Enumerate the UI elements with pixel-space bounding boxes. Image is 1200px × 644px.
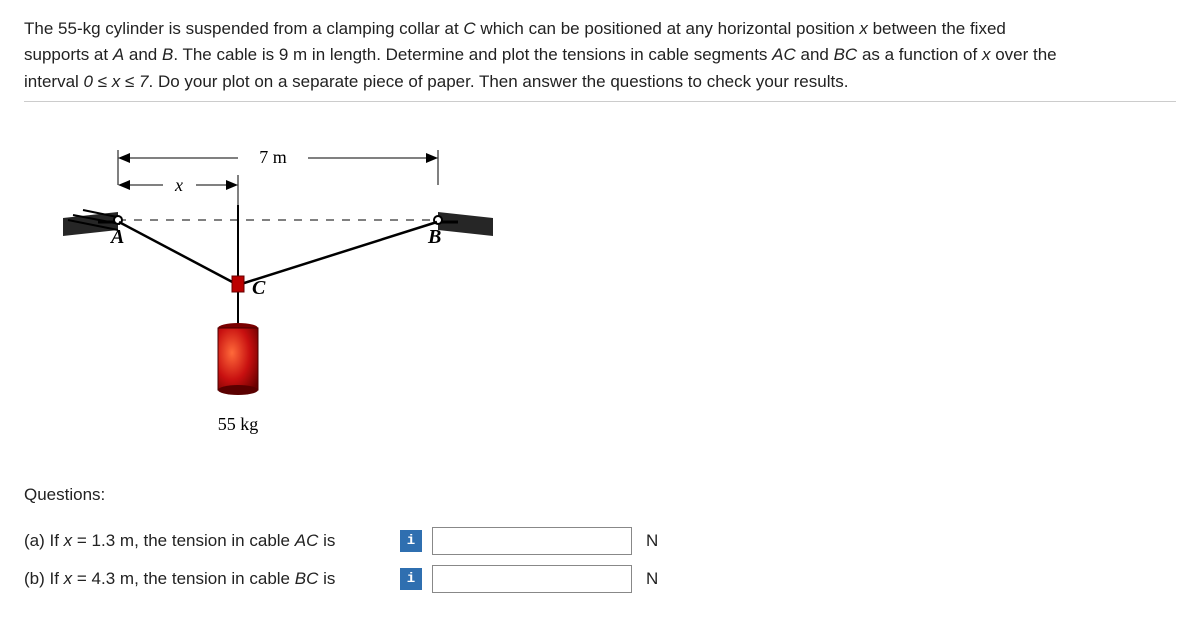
text: (a) If: [24, 531, 64, 550]
text: = 1.3 m, the tension in cable: [72, 531, 295, 550]
text: over the: [990, 45, 1056, 64]
unit-label: N: [646, 569, 666, 589]
text: as a function of: [857, 45, 982, 64]
questions-heading: Questions:: [24, 485, 1176, 505]
question-b-text: (b) If x = 4.3 m, the tension in cable B…: [24, 569, 394, 589]
text: and: [124, 45, 162, 64]
label-c: C: [252, 277, 266, 299]
unit-label: N: [646, 531, 666, 551]
text: interval: [24, 72, 84, 91]
text: . The cable is: [173, 45, 279, 64]
label-b: B: [427, 226, 441, 248]
question-a-row: (a) If x = 1.3 m, the tension in cable A…: [24, 527, 1176, 555]
span-label: 7 m: [259, 147, 287, 167]
interval: 0 ≤ x ≤ 7: [84, 72, 149, 91]
text: is: [318, 531, 335, 550]
point-b: B: [162, 45, 173, 64]
answer-input-b[interactable]: [432, 565, 632, 593]
text: supports at: [24, 45, 113, 64]
seg-bc: BC: [834, 45, 858, 64]
diagram-svg: 7 m x: [48, 130, 508, 450]
text: between the fixed: [868, 19, 1006, 38]
text: m in length. Determine and plot the tens…: [288, 45, 772, 64]
info-icon[interactable]: i: [400, 530, 422, 552]
text: (b) If: [24, 569, 64, 588]
text: which can be positioned at any horizonta…: [476, 19, 860, 38]
var-x: x: [64, 569, 73, 588]
var-x: x: [64, 531, 73, 550]
text: The: [24, 19, 58, 38]
text: . Do your plot on a separate piece of pa…: [149, 72, 849, 91]
x-label: x: [174, 175, 183, 195]
seg-bc: BC: [295, 569, 319, 588]
seg-ac: AC: [295, 531, 319, 550]
problem-statement: The 55-kg cylinder is suspended from a c…: [24, 16, 1176, 102]
mass-value: 55: [58, 19, 77, 38]
point-c: C: [463, 19, 475, 38]
text: is: [318, 569, 335, 588]
text: -kg cylinder is suspended from a clampin…: [77, 19, 463, 38]
point-a: A: [113, 45, 124, 64]
info-icon[interactable]: i: [400, 568, 422, 590]
label-a: A: [109, 226, 124, 248]
question-b-row: (b) If x = 4.3 m, the tension in cable B…: [24, 565, 1176, 593]
seg-ac: AC: [772, 45, 796, 64]
mass-label: 55 kg: [218, 414, 259, 434]
text: = 4.3 m, the tension in cable: [72, 569, 295, 588]
var-x: x: [859, 19, 868, 38]
diagram: 7 m x: [48, 130, 1176, 455]
answer-input-a[interactable]: [432, 527, 632, 555]
text: and: [796, 45, 834, 64]
cable-length: 9: [279, 45, 288, 64]
question-a-text: (a) If x = 1.3 m, the tension in cable A…: [24, 531, 394, 551]
